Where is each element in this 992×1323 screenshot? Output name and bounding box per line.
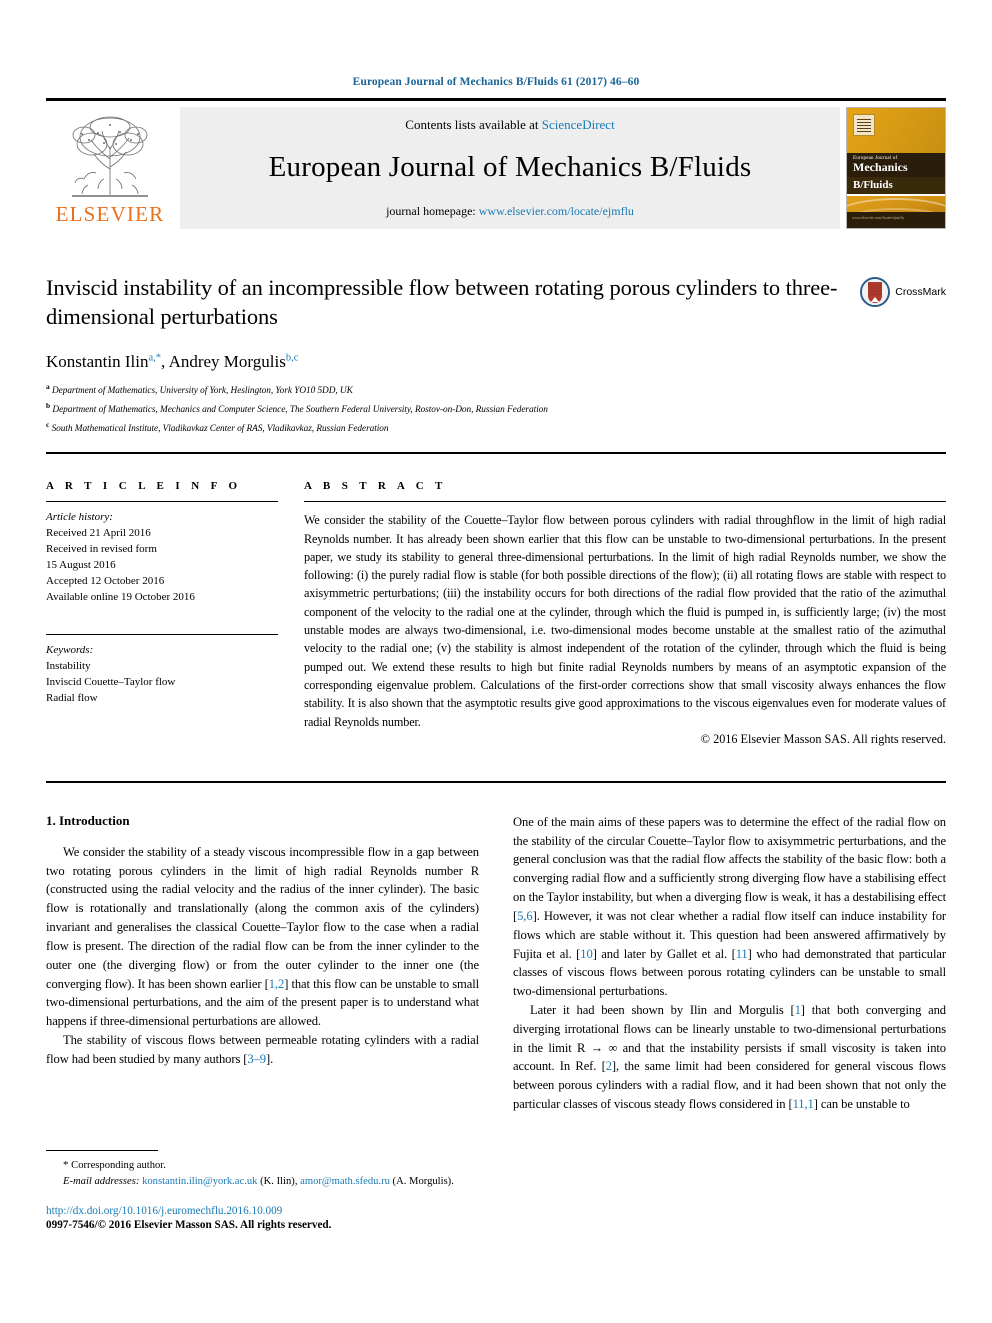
citation-ref-5-6[interactable]: 5,6 [517, 909, 533, 923]
contents-line: Contents lists available at ScienceDirec… [405, 117, 614, 133]
crossmark-icon [860, 276, 891, 307]
journal-masthead: ELSEVIER Contents lists available at Sci… [46, 106, 946, 229]
footnote-block: * Corresponding author. E-mail addresses… [46, 1150, 476, 1231]
affiliation-text-a: Department of Mathematics, University of… [51, 386, 353, 397]
cover-badge-icon [853, 113, 875, 136]
citation-ref-11-1[interactable]: 11,1 [793, 1097, 814, 1111]
cover-footer-url: www.elsevier.com/locate/ejmflu [847, 212, 945, 228]
body-paragraph-4: Later it had been shown by Ilin and Morg… [513, 1001, 946, 1114]
body-p2-text-b: ]. [266, 1051, 274, 1066]
citation-ref-1-2[interactable]: 1,2 [269, 977, 285, 991]
affiliation-list: a Department of Mathematics, University … [46, 381, 946, 438]
affiliation-b: b Department of Mathematics, Mechanics a… [46, 400, 946, 419]
article-history-4: Accepted 12 October 2016 [46, 575, 165, 587]
article-history-3: 15 August 2016 [46, 559, 116, 572]
email-link-2[interactable]: amor@math.sfedu.ru [300, 1176, 390, 1187]
citation-ref-11[interactable]: 11 [736, 947, 748, 961]
masthead-top-rule [46, 97, 946, 101]
article-info-heading: A R T I C L E I N F O [46, 480, 242, 493]
section-heading-introduction: 1. Introduction [46, 812, 130, 828]
abstract-column: A B S T R A C T We consider the stabilit… [304, 480, 946, 747]
journal-homepage-line: journal homepage: www.elsevier.com/locat… [386, 204, 634, 219]
affiliation-c: c South Mathematical Institute, Vladikav… [46, 419, 946, 438]
author-name-2[interactable]: Andrey Morgulis [169, 352, 286, 371]
citation-ref-10[interactable]: 10 [580, 947, 593, 961]
elsevier-wordmark: ELSEVIER [55, 201, 165, 226]
body-top-rule [46, 780, 946, 783]
body-p3-text-c: ] and later by Gallet et al. [ [592, 946, 736, 961]
journal-banner: Contents lists available at ScienceDirec… [180, 106, 840, 229]
corresponding-author-text: Corresponding author. [71, 1160, 166, 1171]
elsevier-tree-icon [72, 116, 148, 197]
body-p1-text-a: We consider the stability of a steady vi… [46, 844, 479, 991]
email-owner-1: (K. Ilin), [257, 1175, 301, 1187]
cover-top-panel [847, 107, 945, 154]
affiliation-mark-b: b [46, 401, 51, 411]
journal-cover-thumbnail[interactable]: European Journal of Mechanics B/Fluids w… [846, 106, 946, 229]
author-list: Konstantin Ilina,*, Andrey Morgulisb,c [46, 352, 299, 372]
corresponding-author-line: * Corresponding author. [46, 1158, 476, 1174]
email-addresses-line: E-mail addresses: konstantin.ilin@york.a… [46, 1174, 476, 1189]
body-paragraph-3: One of the main aims of these papers was… [513, 813, 946, 1001]
journal-title: European Journal of Mechanics B/Fluids [268, 150, 752, 183]
article-history-label: Article history: [46, 511, 113, 524]
body-p3-text-a: One of the main aims of these papers was… [513, 814, 946, 923]
corresponding-author-star: * [63, 1159, 69, 1171]
email-link-1[interactable]: konstantin.ilin@york.ac.uk [142, 1176, 257, 1187]
elsevier-logo: ELSEVIER [46, 107, 174, 229]
article-history-1: Received 21 April 2016 [46, 527, 151, 540]
footnote-rule [46, 1150, 158, 1151]
author-marks-1: a,* [148, 352, 162, 364]
doi-link[interactable]: http://dx.doi.org/10.1016/j.euromechflu.… [46, 1205, 476, 1217]
article-history-5: Available online 19 October 2016 [46, 590, 195, 603]
affiliation-text-b: Department of Mathematics, Mechanics and… [52, 405, 548, 416]
article-info-rule [46, 501, 278, 503]
sciencedirect-link[interactable]: ScienceDirect [542, 117, 615, 132]
info-top-rule [46, 452, 946, 455]
running-head: European Journal of Mechanics B/Fluids 6… [352, 76, 640, 88]
author-name-1[interactable]: Konstantin Ilin [46, 352, 148, 371]
article-info-column: A R T I C L E I N F O Article history: R… [46, 480, 304, 747]
affiliation-mark-a: a [46, 382, 50, 392]
homepage-link[interactable]: www.elsevier.com/locate/ejmflu [479, 204, 634, 218]
body-p4-text-a: Later it had been shown by Ilin and Morg… [530, 1002, 795, 1017]
body-columns: 1. Introduction We consider the stabilit… [46, 813, 946, 1114]
keyword-1: Instability [46, 659, 91, 672]
title-block: Inviscid instability of an incompressibl… [46, 273, 946, 332]
keyword-3: Radial flow [46, 691, 98, 704]
email-owner-2: (A. Morgulis). [389, 1175, 454, 1187]
cover-title-band: European Journal of Mechanics [847, 153, 945, 178]
abstract-heading: A B S T R A C T [304, 480, 447, 493]
body-p4-text-d: ] can be unstable to [813, 1097, 910, 1111]
issn-copyright-line: 0997-7546/© 2016 Elsevier Masson SAS. Al… [46, 1218, 332, 1231]
body-paragraph-2: The stability of viscous flows between p… [46, 1031, 479, 1069]
crossmark-badge[interactable]: CrossMark [860, 273, 946, 307]
crossmark-label: CrossMark [895, 285, 946, 298]
contents-label: Contents lists available at [405, 116, 542, 132]
author-marks-2: b,c [285, 352, 299, 364]
affiliation-a: a Department of Mathematics, University … [46, 381, 946, 400]
affiliation-text-c: South Mathematical Institute, Vladikavka… [51, 424, 389, 435]
info-and-abstract: A R T I C L E I N F O Article history: R… [46, 480, 946, 747]
paper-page: European Journal of Mechanics B/Fluids 6… [0, 0, 992, 1323]
email-addresses-label: E-mail addresses: [63, 1175, 140, 1187]
cover-line2: Mechanics [853, 160, 908, 175]
abstract-text: We consider the stability of the Couette… [304, 513, 946, 729]
body-column-left: 1. Introduction We consider the stabilit… [46, 813, 496, 1114]
affiliation-mark-c: c [46, 420, 50, 430]
keyword-2: Inviscid Couette–Taylor flow [46, 675, 176, 688]
keywords-rule [46, 633, 278, 635]
body-column-right: One of the main aims of these papers was… [496, 813, 946, 1114]
citation-ref-3-9[interactable]: 3–9 [247, 1052, 266, 1066]
homepage-label: journal homepage: [386, 203, 479, 218]
article-history-2: Received in revised form [46, 543, 157, 556]
abstract-rule [304, 501, 946, 503]
cover-subtitle-band: B/Fluids [847, 177, 945, 195]
abstract-copyright: © 2016 Elsevier Masson SAS. All rights r… [700, 731, 946, 746]
keywords-label: Keywords: [46, 643, 94, 656]
page-title: Inviscid instability of an incompressibl… [46, 274, 838, 330]
body-paragraph-1: We consider the stability of a steady vi… [46, 843, 479, 1031]
